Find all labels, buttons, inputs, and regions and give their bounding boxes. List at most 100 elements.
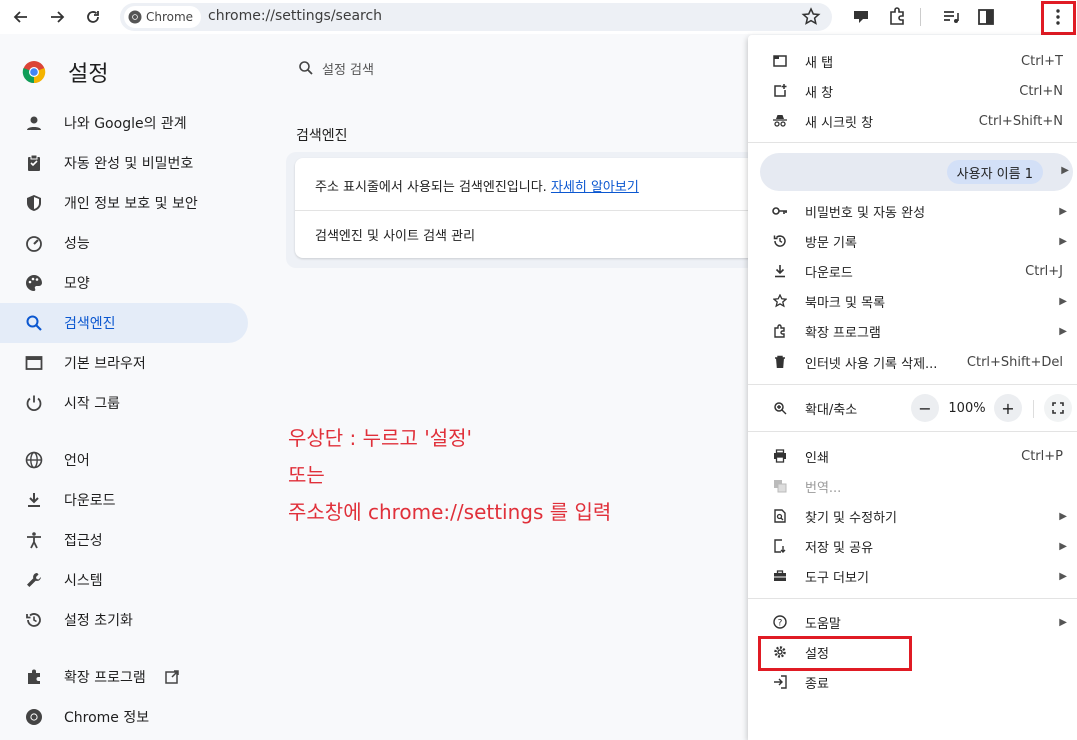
chrome-logo-icon	[22, 61, 46, 84]
fullscreen-button[interactable]	[1044, 394, 1072, 422]
sidebar-item-reset[interactable]: 설정 초기화	[0, 600, 248, 640]
menu-extensions[interactable]: 확장 프로그램 ▶	[748, 317, 1077, 345]
sidebar-item-on-startup[interactable]: 시작 그룹	[0, 383, 248, 423]
puzzle-icon	[24, 667, 44, 687]
sidebar-item-autofill[interactable]: 자동 완성 및 비밀번호	[0, 143, 248, 183]
sidebar-item-label: 언어	[64, 453, 90, 469]
menu-label: 찾기 및 수정하기	[805, 510, 897, 526]
sidebar-item-about-chrome[interactable]: Chrome 정보	[0, 697, 248, 737]
reload-button[interactable]	[80, 4, 106, 30]
site-chip-label: Chrome	[146, 10, 194, 24]
menu-label: 새 창	[805, 85, 834, 101]
sidebar-item-label: 다운로드	[64, 493, 116, 509]
svg-text:?: ?	[778, 619, 783, 629]
menu-label: 북마크 및 목록	[805, 295, 886, 311]
menu-find[interactable]: 찾기 및 수정하기 ▶	[748, 502, 1077, 530]
url-text[interactable]: chrome://settings/search	[208, 8, 382, 24]
browser-icon	[24, 353, 44, 373]
learn-more-link[interactable]: 자세히 알아보기	[551, 180, 639, 195]
menu-shortcut: Ctrl+P	[1021, 448, 1063, 464]
chrome-logo-icon	[128, 10, 142, 24]
chrome-icon	[24, 707, 44, 727]
menu-label: 비밀번호 및 자동 완성	[805, 205, 926, 221]
extension-pin-icon[interactable]	[850, 6, 872, 28]
menu-label: 번역...	[805, 480, 842, 496]
sidebar-item-default-browser[interactable]: 기본 브라우저	[0, 343, 248, 383]
sidebar-item-search-engine[interactable]: 검색엔진	[0, 303, 248, 343]
toolbar-divider	[920, 8, 921, 26]
download-icon	[24, 490, 44, 510]
sidebar-item-label: 자동 완성 및 비밀번호	[64, 156, 194, 172]
menu-exit[interactable]: 종료	[748, 668, 1077, 696]
chevron-right-icon: ▶	[1059, 205, 1067, 217]
sidebar-item-label: Chrome 정보	[64, 710, 150, 726]
search-icon	[299, 61, 313, 75]
settings-brand: 설정	[22, 56, 108, 88]
manage-search-engines-row[interactable]: 검색엔진 및 사이트 검색 관리	[315, 225, 475, 244]
forward-button[interactable]	[44, 4, 70, 30]
sidebar-item-appearance[interactable]: 모양	[0, 263, 248, 303]
save-share-icon	[772, 538, 788, 554]
sidebar-item-extensions[interactable]: 확장 프로그램	[0, 657, 248, 697]
settings-search-field[interactable]: 설정 검색	[288, 50, 758, 86]
download-icon	[772, 263, 788, 279]
history-icon	[24, 610, 44, 630]
description-text: 주소 표시줄에서 사용되는 검색엔진입니다.	[315, 180, 547, 195]
menu-help[interactable]: ? 도움말 ▶	[748, 608, 1077, 636]
sidebar-item-label: 나와 Google의 관계	[64, 116, 187, 132]
card-divider	[295, 210, 756, 211]
menu-save-share[interactable]: 저장 및 공유 ▶	[748, 532, 1077, 560]
address-bar[interactable]: Chrome chrome://settings/search	[120, 3, 832, 31]
menu-history[interactable]: 방문 기록 ▶	[748, 227, 1077, 255]
menu-more-tools[interactable]: 도구 더보기 ▶	[748, 562, 1077, 590]
shield-icon	[24, 193, 44, 213]
sidebar-item-label: 설정 초기화	[64, 613, 133, 629]
search-icon	[24, 313, 44, 333]
reload-icon	[87, 11, 99, 23]
menu-print[interactable]: 인쇄 Ctrl+P	[748, 442, 1077, 470]
side-panel-icon[interactable]	[975, 6, 997, 28]
sidebar-item-downloads[interactable]: 다운로드	[0, 480, 248, 520]
zoom-out-button[interactable]: −	[911, 394, 939, 422]
menu-shortcut: Ctrl+Shift+N	[978, 113, 1063, 129]
menu-clear-browsing-data[interactable]: 인터넷 사용 기록 삭제... Ctrl+Shift+Del	[748, 348, 1077, 376]
media-queue-icon[interactable]	[940, 6, 962, 28]
history-icon	[772, 233, 788, 249]
site-chip[interactable]: Chrome	[124, 6, 202, 28]
section-title: 검색엔진	[296, 128, 348, 144]
sidebar-item-label: 시작 그룹	[64, 396, 120, 412]
back-button[interactable]	[8, 4, 34, 30]
zoom-in-button[interactable]: +	[994, 394, 1022, 422]
menu-bookmarks[interactable]: 북마크 및 목록 ▶	[748, 287, 1077, 315]
bookmark-star-icon[interactable]	[800, 6, 822, 28]
menu-passwords[interactable]: 비밀번호 및 자동 완성 ▶	[748, 197, 1077, 225]
menu-label: 도움말	[805, 616, 841, 632]
sidebar-item-accessibility[interactable]: 접근성	[0, 520, 248, 560]
sidebar-item-system[interactable]: 시스템	[0, 560, 248, 600]
puzzle-icon[interactable]	[886, 6, 908, 28]
menu-new-window[interactable]: 새 창 Ctrl+N	[748, 77, 1077, 105]
sidebar-item-label: 모양	[64, 276, 90, 292]
zoom-level: 100%	[948, 401, 986, 416]
menu-downloads[interactable]: 다운로드 Ctrl+J	[748, 257, 1077, 285]
menu-label: 인쇄	[805, 450, 829, 466]
menu-separator	[748, 142, 1077, 143]
sidebar-item-languages[interactable]: 언어	[0, 440, 248, 480]
menu-label: 확장 프로그램	[805, 325, 881, 341]
star-icon	[772, 293, 788, 309]
sidebar-item-you-and-google[interactable]: 나와 Google의 관계	[0, 103, 248, 143]
chevron-right-icon: ▶	[1059, 570, 1067, 582]
chevron-right-icon: ▶	[1059, 235, 1067, 247]
search-placeholder: 설정 검색	[322, 62, 374, 78]
sidebar-item-privacy[interactable]: 개인 정보 보호 및 보안	[0, 183, 248, 223]
menu-label: 저장 및 공유	[805, 540, 874, 556]
menu-incognito[interactable]: 새 시크릿 창 Ctrl+Shift+N	[748, 107, 1077, 135]
globe-icon	[24, 450, 44, 470]
menu-label: 다운로드	[805, 265, 853, 281]
profile-name-pill: 사용자 이름 1	[946, 160, 1043, 184]
sidebar-item-performance[interactable]: 성능	[0, 223, 248, 263]
menu-new-tab[interactable]: 새 탭 Ctrl+T	[748, 47, 1077, 75]
menu-profile-row[interactable]: 사용자 이름 1 ▶	[760, 153, 1073, 191]
menu-separator	[748, 384, 1077, 385]
sidebar-item-label: 시스템	[64, 573, 103, 589]
